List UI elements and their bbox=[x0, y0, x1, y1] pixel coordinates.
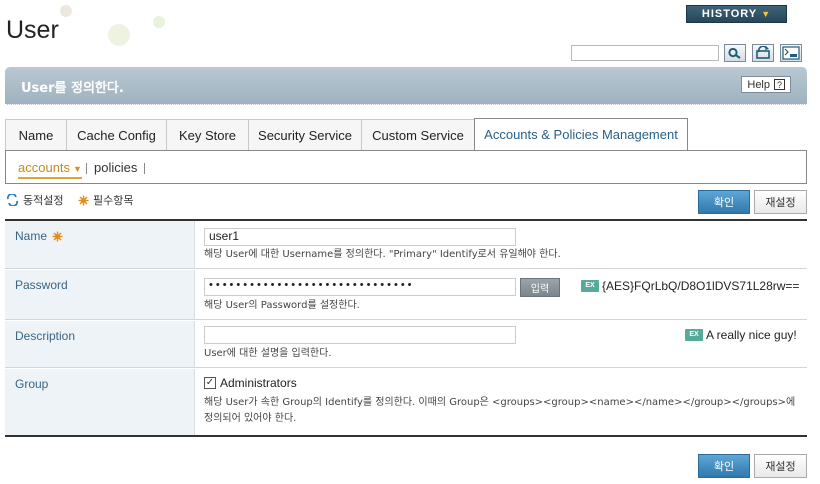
form-row-description: Description EX A really nice guy! User에 … bbox=[5, 321, 807, 368]
tab-name[interactable]: Name bbox=[5, 119, 67, 150]
description-description: User에 대한 설명을 입력한다. bbox=[204, 348, 332, 359]
checkbox[interactable]: ✓ bbox=[204, 377, 216, 389]
sub-navigation: accounts ▼ policies bbox=[5, 150, 807, 184]
group-description-line: 해당 User가 속한 Group의 Identify를 정의한다. 이때의 G… bbox=[204, 397, 796, 408]
example-icon: EX bbox=[685, 329, 703, 341]
tab-cache-config[interactable]: Cache Config bbox=[66, 119, 167, 150]
password-description: 해당 User의 Password를 설정한다. bbox=[204, 300, 360, 311]
group-checkbox-administrators[interactable]: ✓ Administrators bbox=[204, 376, 297, 390]
password-example: EX {AES}FQrLbQ/D8O1lDVS71L28rw== bbox=[581, 279, 799, 293]
row-label-cell: Group bbox=[5, 369, 195, 435]
subnav-item-accounts[interactable]: accounts ▼ bbox=[18, 160, 82, 179]
confirm-button-bottom[interactable]: 확인 bbox=[698, 454, 750, 478]
reset-button-bottom[interactable]: 재설정 bbox=[754, 454, 807, 478]
example-icon: EX bbox=[581, 280, 599, 292]
tab-custom-service[interactable]: Custom Service bbox=[361, 119, 475, 150]
decoration-circle bbox=[153, 16, 165, 28]
caret-down-icon: ▼ bbox=[73, 164, 82, 174]
description-example-text: A really nice guy! bbox=[706, 328, 797, 342]
description-label: Description bbox=[15, 329, 76, 343]
search-input[interactable] bbox=[571, 45, 719, 61]
password-input-button[interactable]: 입력 bbox=[520, 278, 560, 297]
name-label: Name bbox=[15, 229, 63, 243]
password-example-text: {AES}FQrLbQ/D8O1lDVS71L28rw== bbox=[602, 279, 800, 293]
decoration-circle bbox=[60, 5, 72, 17]
help-label: Help bbox=[747, 78, 770, 91]
check-icon: ✓ bbox=[205, 377, 215, 388]
tab-accounts-policies-management[interactable]: Accounts & Policies Management bbox=[474, 118, 688, 150]
chevron-down-icon: ▼ bbox=[761, 9, 772, 19]
row-label-cell: Description bbox=[5, 321, 195, 367]
banner-text: User를 정의한다. bbox=[21, 81, 124, 96]
refresh-icon bbox=[756, 46, 770, 59]
decoration-circle bbox=[108, 24, 130, 46]
description-example: EX A really nice guy! bbox=[685, 328, 797, 342]
required-icon bbox=[52, 231, 63, 241]
password-input[interactable]: •••••••••••••••••••••••••••••• bbox=[204, 278, 516, 296]
legend-required: 필수항목 bbox=[78, 192, 133, 208]
refresh-button[interactable] bbox=[752, 44, 774, 62]
description-input[interactable] bbox=[204, 326, 516, 344]
group-description-line: 정의되어 있어야 한다. bbox=[204, 413, 297, 424]
form-row-group: Group ✓ Administrators 해당 User가 속한 Group… bbox=[5, 369, 807, 435]
group-description: 해당 User가 속한 Group의 Identify를 정의한다. 이때의 G… bbox=[204, 395, 795, 427]
legend-dynamic: 동적설정 bbox=[6, 192, 63, 208]
name-description: 해당 User에 대한 Username를 정의한다. "Primary" Id… bbox=[204, 249, 561, 260]
form-row-name: Name user1 해당 User에 대한 Username를 정의한다. "… bbox=[5, 221, 807, 269]
subnav-item-policies[interactable]: policies bbox=[94, 160, 137, 175]
xml-icon bbox=[782, 46, 800, 60]
search-icon bbox=[728, 47, 741, 59]
row-label-cell: Password bbox=[5, 270, 195, 319]
form-bottom-border bbox=[5, 435, 807, 437]
tab-key-store[interactable]: Key Store bbox=[166, 119, 249, 150]
name-input[interactable]: user1 bbox=[204, 228, 516, 246]
legend-dynamic-label: 동적설정 bbox=[23, 194, 64, 207]
legend-required-label: 필수항목 bbox=[93, 194, 134, 207]
group-checkbox-label: Administrators bbox=[220, 376, 297, 390]
required-icon bbox=[78, 195, 89, 205]
search-button[interactable] bbox=[724, 44, 746, 62]
name-label-text: Name bbox=[15, 229, 48, 243]
history-label: HISTORY bbox=[701, 8, 758, 20]
confirm-button-top[interactable]: 확인 bbox=[698, 190, 750, 214]
history-button[interactable]: HISTORY ▼ bbox=[686, 5, 787, 23]
tab-bar: Name Cache Config Key Store Security Ser… bbox=[5, 118, 688, 150]
form-row-password: Password •••••••••••••••••••••••••••••• … bbox=[5, 270, 807, 320]
reset-button-top[interactable]: 재설정 bbox=[754, 190, 807, 214]
row-label-cell: Name bbox=[5, 221, 195, 268]
subnav-divider bbox=[144, 163, 145, 174]
tab-security-service[interactable]: Security Service bbox=[248, 119, 362, 150]
help-icon: ? bbox=[774, 79, 785, 90]
page-banner: User를 정의한다. Help ? bbox=[5, 67, 807, 105]
subnav-divider bbox=[86, 163, 87, 174]
xml-button[interactable] bbox=[780, 44, 802, 62]
group-label: Group bbox=[15, 377, 49, 391]
password-label: Password bbox=[15, 278, 68, 292]
dynamic-setting-icon bbox=[7, 194, 18, 206]
help-button[interactable]: Help ? bbox=[741, 76, 791, 93]
subnav-label: accounts bbox=[18, 160, 71, 175]
page-title: User bbox=[6, 16, 59, 44]
